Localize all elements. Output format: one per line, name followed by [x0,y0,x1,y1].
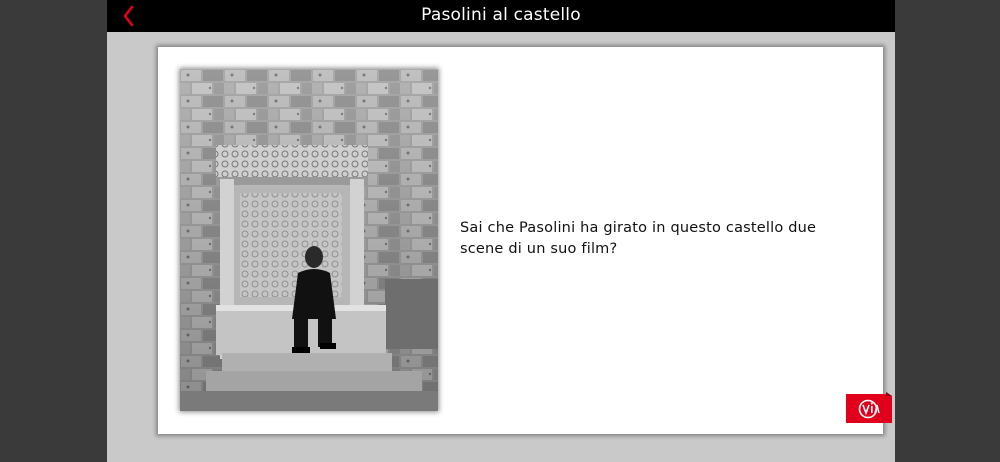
header-bar: Pasolini al castello [107,0,895,32]
app-frame: Pasolini al castello Sai che Pasolini ha… [107,0,895,462]
app-logo-icon [846,392,892,423]
castle-throne-image [180,69,438,411]
castle-photo [180,69,438,411]
content-card: Sai che Pasolini ha girato in questo cas… [158,47,883,434]
app-logo-button[interactable] [846,392,892,423]
page-title: Pasolini al castello [421,5,581,25]
question-text: Sai che Pasolini ha girato in questo cas… [460,220,817,257]
